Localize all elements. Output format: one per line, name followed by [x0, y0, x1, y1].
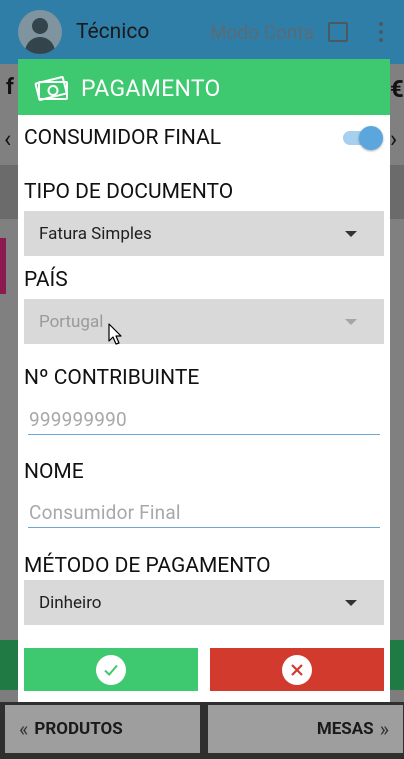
background-right-text: €	[390, 75, 404, 103]
confirm-button[interactable]	[24, 648, 198, 691]
dialog-title-bar: PAGAMENTO	[18, 59, 390, 115]
close-icon	[282, 654, 312, 685]
chevron-right-icon: ›	[390, 125, 398, 153]
chevron-left-icon: ‹	[4, 125, 12, 153]
mesas-button[interactable]: MESAS »	[208, 705, 403, 753]
metodo-pagamento-label: MÉTODO DE PAGAMENTO	[24, 554, 271, 578]
contribuinte-placeholder: 999999990	[29, 408, 127, 431]
nome-label: NOME	[24, 460, 84, 484]
nome-placeholder: Consumidor Final	[29, 501, 181, 524]
double-chevron-left-icon: «	[19, 717, 29, 741]
mode-conta-label: Modo Conta	[210, 21, 314, 44]
background-content-left	[0, 64, 18, 664]
mesas-label: MESAS	[316, 719, 374, 739]
background-content-right	[390, 64, 404, 664]
money-icon	[34, 76, 68, 101]
produtos-label: PRODUTOS	[34, 719, 123, 739]
cancel-button[interactable]	[210, 648, 384, 691]
pais-select[interactable]: Portugal	[24, 299, 384, 344]
dropdown-arrow-icon	[345, 231, 357, 237]
background-band-right	[390, 165, 404, 219]
mode-conta-checkbox[interactable]	[328, 22, 348, 42]
metodo-pagamento-select[interactable]: Dinheiro	[24, 580, 384, 625]
tipo-documento-value: Fatura Simples	[39, 224, 152, 244]
check-icon	[96, 654, 126, 685]
mouse-pointer-icon	[108, 323, 122, 345]
background-green-band-left	[0, 640, 18, 690]
metodo-pagamento-value: Dinheiro	[39, 593, 102, 613]
dropdown-arrow-icon	[345, 600, 357, 606]
contribuinte-input[interactable]: 999999990	[28, 405, 380, 435]
double-chevron-right-icon: »	[379, 717, 389, 741]
background-left-text: f	[6, 75, 14, 100]
background-category-tile	[0, 238, 6, 294]
nome-input[interactable]: Consumidor Final	[28, 498, 380, 528]
consumidor-final-toggle[interactable]	[343, 124, 383, 150]
kebab-menu-icon[interactable]	[378, 22, 384, 44]
app-header: Técnico Modo Conta	[0, 0, 404, 64]
person-avatar-icon[interactable]	[18, 10, 62, 54]
dialog-title: PAGAMENTO	[81, 75, 221, 102]
pais-label: PAÍS	[24, 268, 68, 292]
contribuinte-label: Nº CONTRIBUINTE	[24, 366, 200, 390]
background-green-band-right	[390, 640, 404, 690]
user-name: Técnico	[76, 20, 150, 44]
background-band-left	[0, 165, 18, 219]
payment-dialog: PAGAMENTO CONSUMIDOR FINAL TIPO DE DOCUM…	[18, 59, 390, 702]
pais-value: Portugal	[39, 312, 104, 332]
consumidor-final-label: CONSUMIDOR FINAL	[24, 126, 222, 150]
produtos-button[interactable]: « PRODUTOS	[5, 705, 200, 753]
tipo-documento-label: TIPO DE DOCUMENTO	[24, 180, 234, 204]
dropdown-arrow-icon	[345, 319, 357, 325]
tipo-documento-select[interactable]: Fatura Simples	[24, 211, 384, 256]
